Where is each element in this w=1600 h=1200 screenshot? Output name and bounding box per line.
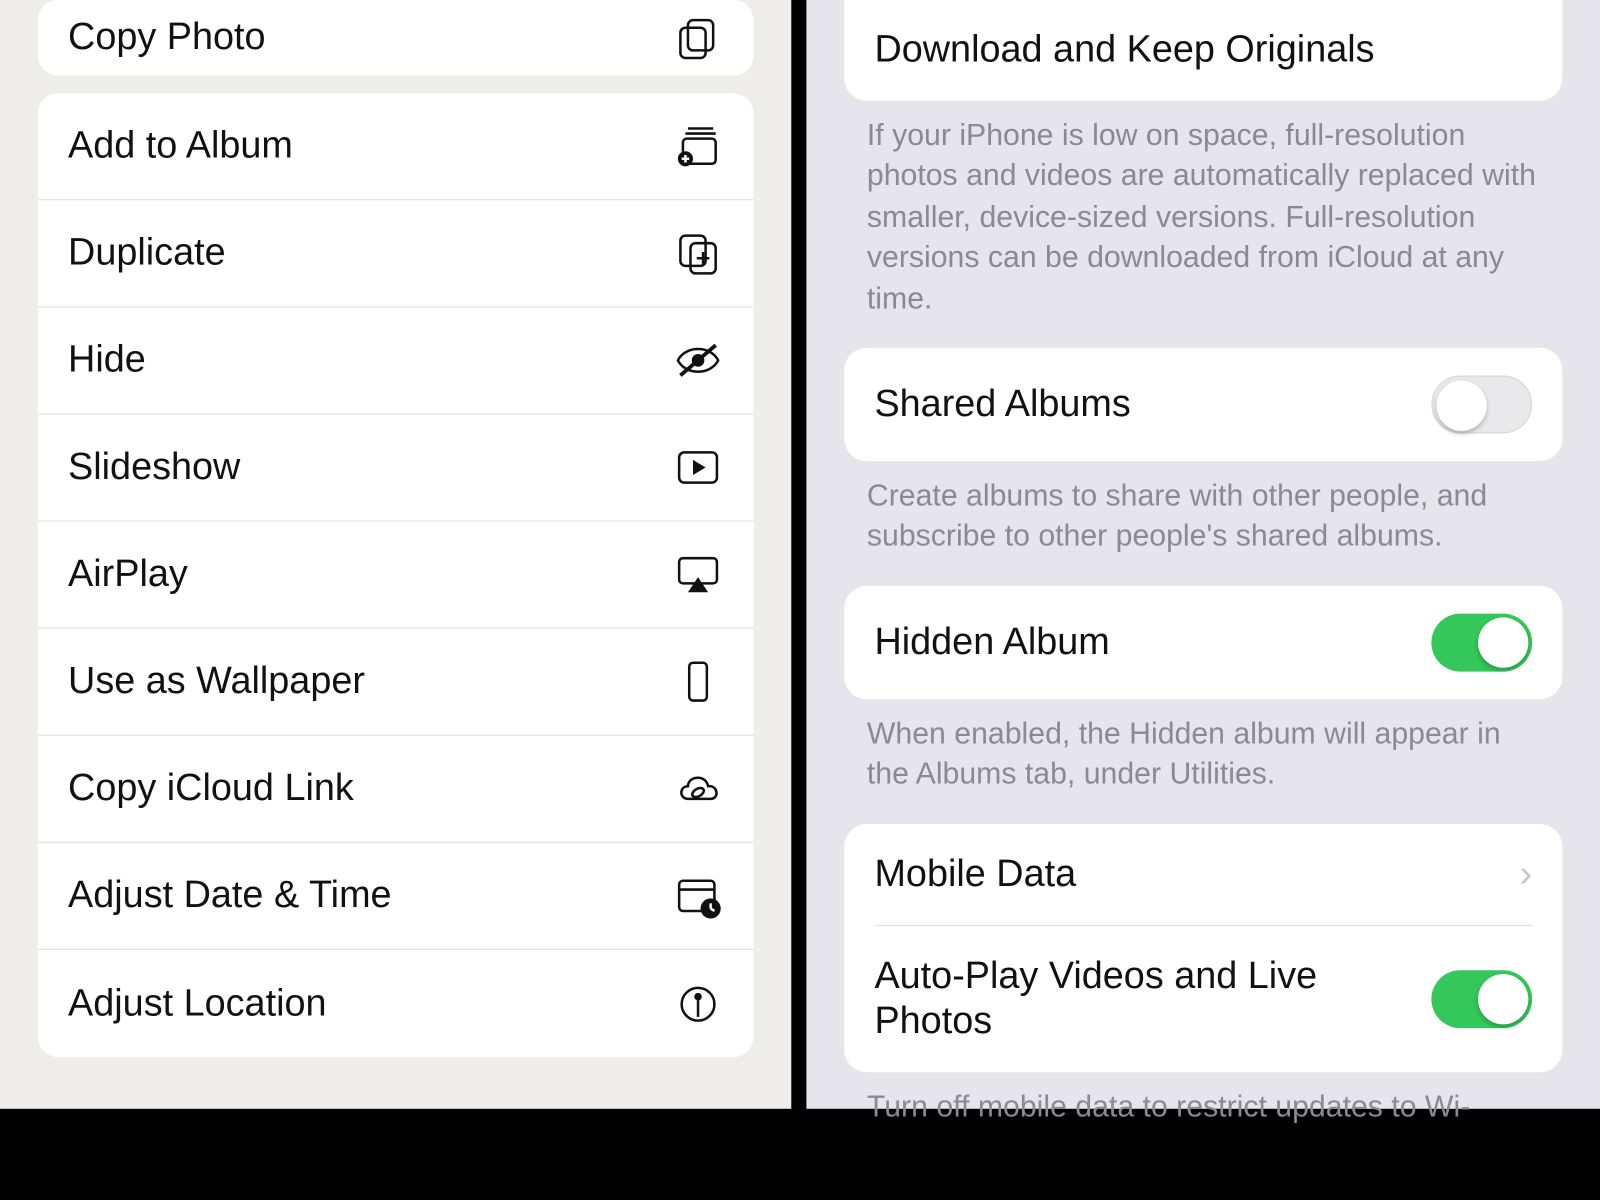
action-copy-icloud-link[interactable]: Copy iCloud Link <box>38 736 754 843</box>
calendar-clock-icon <box>673 871 723 921</box>
setting-hidden-album[interactable]: Hidden Album <box>844 586 1562 699</box>
phone-rect-icon <box>673 656 723 706</box>
action-adjust-date-time[interactable]: Adjust Date & Time <box>38 843 754 950</box>
action-list: Add to Album Duplicate Hide Slideshow <box>38 93 754 1057</box>
action-copy-photo[interactable]: Copy Photo <box>38 0 754 76</box>
action-label: Use as Wallpaper <box>68 660 365 703</box>
action-duplicate[interactable]: Duplicate <box>38 200 754 307</box>
action-add-to-album[interactable]: Add to Album <box>38 93 754 200</box>
setting-download-originals[interactable]: Download and Keep Originals <box>844 0 1562 101</box>
location-pin-icon <box>673 978 723 1028</box>
setting-label: Download and Keep Originals <box>874 28 1374 73</box>
shared-albums-card: Shared Albums <box>844 348 1562 461</box>
airplay-icon <box>673 549 723 599</box>
setting-label: Hidden Album <box>874 620 1109 665</box>
download-originals-card: Download and Keep Originals <box>844 0 1562 101</box>
action-label: Copy iCloud Link <box>68 767 354 810</box>
photos-settings: Download and Keep Originals If your iPho… <box>806 0 1600 1109</box>
action-label: Adjust Location <box>68 982 326 1025</box>
shared-albums-caption: Create albums to share with other people… <box>806 461 1600 585</box>
action-label: Hide <box>68 339 146 382</box>
action-use-as-wallpaper[interactable]: Use as Wallpaper <box>38 629 754 736</box>
eye-slash-icon <box>673 335 723 385</box>
setting-label: Mobile Data <box>874 851 1076 896</box>
action-airplay[interactable]: AirPlay <box>38 522 754 629</box>
hidden-album-caption: When enabled, the Hidden album will appe… <box>806 699 1600 823</box>
autoplay-toggle[interactable] <box>1431 970 1532 1028</box>
action-label: Adjust Date & Time <box>68 874 392 917</box>
album-add-icon <box>673 121 723 171</box>
action-label: Duplicate <box>68 232 226 275</box>
setting-mobile-data[interactable]: Mobile Data › <box>844 823 1562 924</box>
copy-photo-icon <box>673 13 723 63</box>
action-slideshow[interactable]: Slideshow <box>38 415 754 522</box>
setting-label: Auto-Play Videos and Live Photos <box>874 953 1378 1044</box>
action-label: Slideshow <box>68 446 240 489</box>
shared-albums-toggle[interactable] <box>1431 375 1532 433</box>
action-label: AirPlay <box>68 553 188 596</box>
action-label: Copy Photo <box>68 16 266 59</box>
action-hide[interactable]: Hide <box>38 307 754 414</box>
pane-divider <box>791 0 806 1109</box>
hidden-album-card: Hidden Album <box>844 586 1562 699</box>
duplicate-icon <box>673 228 723 278</box>
setting-autoplay[interactable]: Auto-Play Videos and Live Photos <box>844 925 1562 1071</box>
setting-label: Shared Albums <box>874 382 1130 427</box>
download-originals-caption: If your iPhone is low on space, full-res… <box>806 101 1600 348</box>
play-rect-icon <box>673 442 723 492</box>
chevron-right-icon: › <box>1520 852 1533 895</box>
action-adjust-location[interactable]: Adjust Location <box>38 950 754 1057</box>
autoplay-caption: Turn off mobile data to restrict updates… <box>806 1072 1600 1128</box>
setting-shared-albums[interactable]: Shared Albums <box>844 348 1562 461</box>
hidden-album-toggle[interactable] <box>1431 613 1532 671</box>
cloud-link-icon <box>673 764 723 814</box>
mobile-data-card: Mobile Data › Auto-Play Videos and Live … <box>844 823 1562 1071</box>
action-label: Add to Album <box>68 125 293 168</box>
photo-action-sheet: Copy Photo Add to Album Duplicate Hide <box>0 0 791 1109</box>
